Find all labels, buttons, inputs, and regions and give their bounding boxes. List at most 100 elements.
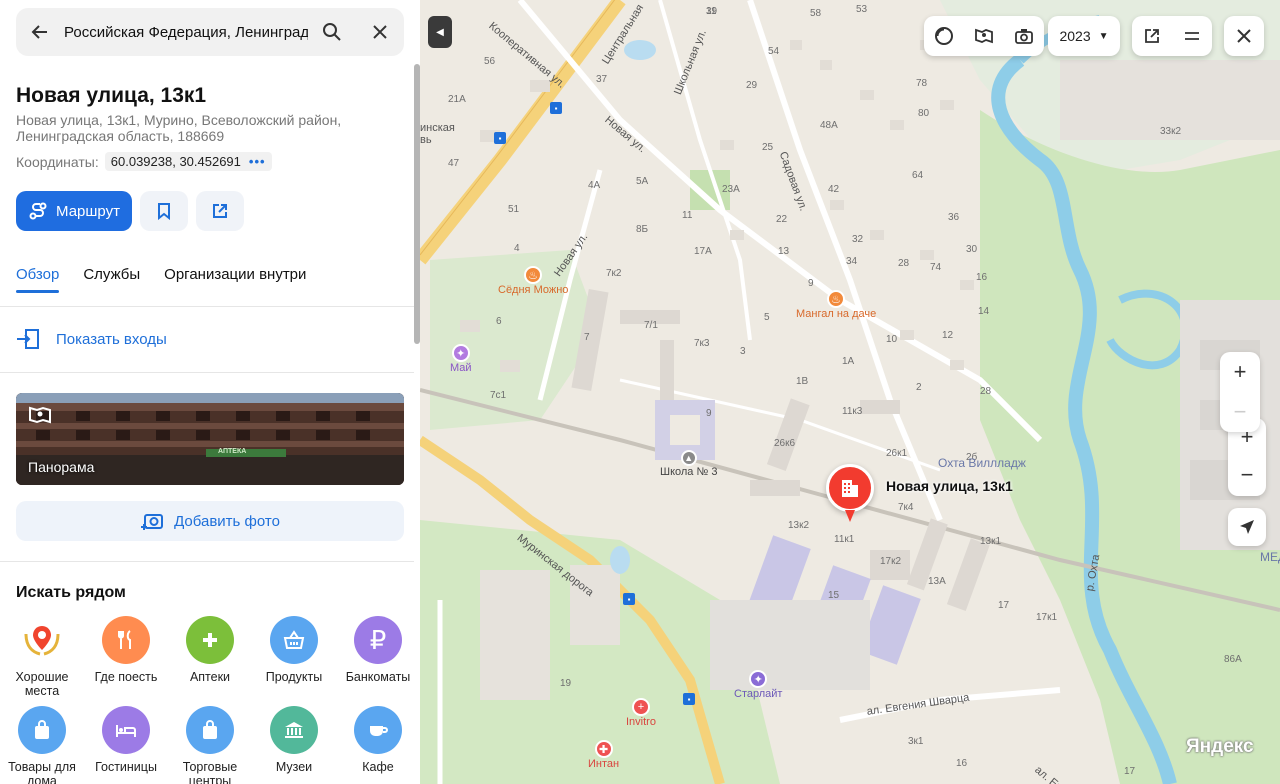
ruble-icon: ₽ [354, 616, 402, 664]
tab-services[interactable]: Службы [83, 266, 140, 283]
poi-invitro[interactable]: + Invitro [626, 698, 656, 728]
bus-stop-icon[interactable]: ▪ [494, 132, 506, 144]
poi-mangal[interactable]: ♨ Мангал на даче [796, 290, 876, 320]
zoom-out-button[interactable]: − [1220, 392, 1260, 432]
poi-starlight[interactable]: ✦ Старлайт [734, 670, 782, 700]
coordinates-label: Координаты: [16, 153, 99, 170]
house-number: 1А [842, 356, 855, 367]
museum-icon [270, 706, 318, 754]
camera-icon [1015, 29, 1033, 44]
nearby-item-home-goods[interactable]: Товары для дома [0, 706, 84, 784]
tab-organizations[interactable]: Организации внутри [164, 266, 306, 283]
poi-okhta-village: Охта Виллладж [938, 456, 1026, 470]
divider [0, 561, 414, 562]
year-select[interactable]: 2023 ▼ [1048, 16, 1120, 56]
nearby-item-hotels[interactable]: Гостиницы [84, 706, 168, 774]
basket-icon [270, 616, 318, 664]
navigation-arrow-icon [1240, 520, 1254, 534]
bus-stop-icon[interactable]: ▪ [623, 593, 635, 605]
place-marker[interactable] [826, 464, 874, 512]
house-number: 4А [588, 180, 601, 191]
house-number: 33к2 [1160, 126, 1182, 137]
entrance-icon [17, 329, 39, 349]
open-external-button[interactable] [1132, 16, 1172, 56]
nearby-item-pharmacy[interactable]: Аптеки [168, 616, 252, 684]
zoom-in-button[interactable]: + [1220, 352, 1260, 392]
nearby-item-food[interactable]: Где поесть [84, 616, 168, 684]
house-number: 17А [694, 246, 712, 257]
house-number: 42 [828, 184, 840, 195]
nearby-item-cafe[interactable]: Кафе [336, 706, 420, 774]
view-control-group [1132, 16, 1212, 56]
layers-toggle-button[interactable] [924, 16, 964, 56]
map-canvas [420, 0, 1280, 784]
add-photo-button[interactable]: Добавить фото [16, 501, 404, 541]
bookmark-button[interactable] [140, 191, 188, 231]
clear-search-button[interactable] [356, 8, 404, 56]
house-number: 7к4 [898, 502, 914, 513]
show-entrances-link[interactable]: Показать входы [16, 328, 167, 350]
house-number: 56 [484, 56, 496, 67]
search-button[interactable] [308, 8, 356, 56]
house-number: 3к1 [908, 736, 924, 747]
house-number: 17 [1124, 766, 1136, 777]
close-icon [373, 25, 387, 39]
sidebar-scrollbar[interactable] [414, 64, 420, 344]
house-number: 13А [928, 576, 946, 587]
marker-pin-tail [845, 510, 855, 522]
nearby-item-atm[interactable]: ₽ Банкоматы [336, 616, 420, 684]
house-number: 13к2 [788, 520, 810, 531]
back-button[interactable] [16, 8, 64, 56]
house-number: 7с1 [490, 390, 507, 401]
poi-sedna[interactable]: ♨ Сёдня Можно [498, 266, 568, 296]
collapse-sidebar-button[interactable]: ◀ [428, 16, 452, 48]
house-number: 14 [978, 306, 990, 317]
nearby-item-museums[interactable]: Музеи [252, 706, 336, 774]
bus-stop-icon[interactable]: ▪ [683, 693, 695, 705]
bus-stop-icon[interactable]: ▪ [550, 102, 562, 114]
search-input[interactable]: Российская Федерация, Ленинградс [64, 24, 308, 41]
share-button[interactable] [196, 191, 244, 231]
house-number: 7к2 [606, 268, 622, 279]
house-number: 51 [508, 204, 520, 215]
house-number: 32 [852, 234, 864, 245]
house-number: 9 [706, 408, 712, 419]
nearby-item-malls[interactable]: Торговые центры [168, 706, 252, 784]
more-icon[interactable]: ••• [249, 154, 266, 169]
medical-cross-icon: + [631, 698, 650, 716]
close-map-button[interactable] [1224, 16, 1264, 56]
nearby-item-groceries[interactable]: Продукты [252, 616, 336, 684]
poi-intan[interactable]: ✚ Интан [588, 740, 619, 770]
zoom-out-button-secondary[interactable]: − [1228, 456, 1266, 494]
house-number: 54 [768, 46, 780, 57]
house-number: 80 [918, 108, 930, 119]
house-number: 64 [912, 170, 924, 181]
poi-mai[interactable]: ✦ Май [450, 344, 472, 374]
coordinates-box[interactable]: 60.039238, 30.452691 ••• [104, 152, 272, 171]
poi-school[interactable]: ▲ Школа № 3 [660, 450, 717, 478]
route-button[interactable]: Маршрут [16, 191, 132, 231]
map-view[interactable]: 39 58 53 54 56 37 29 78 21А 80 47 48А 25 33к2 4А 5А 23А 4… [420, 0, 1280, 784]
nearby-item-label: Гостиницы [95, 760, 157, 774]
house-number: 25 [762, 142, 774, 153]
shopping-bag-icon [186, 706, 234, 754]
panorama-thumbnail[interactable]: АПТЕКА Панорама [16, 393, 404, 485]
house-number: 16 [976, 272, 988, 283]
menu-button[interactable] [1172, 16, 1212, 56]
entrances-label: Показать входы [56, 330, 167, 348]
house-number: 7к3 [694, 338, 710, 349]
house-number: 17 [998, 600, 1010, 611]
arrow-left-icon [31, 25, 47, 39]
photo-layer-button[interactable] [1004, 16, 1044, 56]
poi-v: вь [420, 134, 432, 146]
divider [0, 372, 414, 373]
pharmacy-sign: АПТЕКА [218, 448, 247, 455]
tab-overview[interactable]: Обзор [16, 266, 59, 283]
panorama-layer-button[interactable] [964, 16, 1004, 56]
food-icon: ♨ [827, 290, 846, 308]
house-number: 8Б [636, 224, 649, 235]
building-icon [842, 480, 858, 497]
my-location-button[interactable] [1228, 508, 1266, 546]
nearby-item-good-places[interactable]: Хорошие места [0, 616, 84, 698]
fork-knife-icon [102, 616, 150, 664]
